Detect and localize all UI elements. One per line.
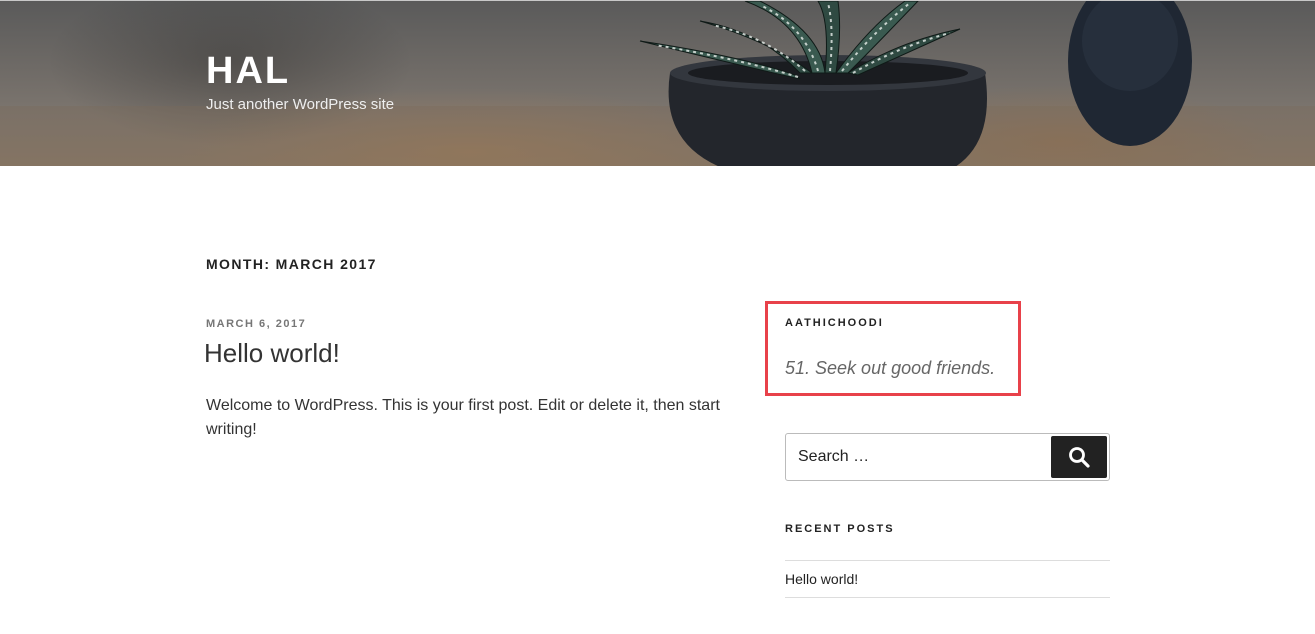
aathichoodi-widget-title: Aathichoodi	[785, 317, 884, 329]
recent-posts-widget-title: Recent Posts	[785, 523, 895, 535]
search-button[interactable]	[1051, 436, 1107, 478]
search-form	[785, 433, 1110, 481]
header-plant-image	[0, 1, 1315, 166]
archive-page-title: Month: March 2017	[206, 256, 377, 272]
post-title-link[interactable]: Hello world!	[204, 336, 340, 370]
search-icon	[1069, 447, 1090, 468]
post-content: Welcome to WordPress. This is your first…	[206, 397, 720, 438]
site-branding: HAL Just another WordPress site	[206, 49, 394, 115]
site-title[interactable]: HAL	[206, 49, 394, 93]
aathichoodi-highlight-box	[765, 301, 1021, 396]
recent-post-link[interactable]: Hello world!	[785, 561, 1110, 598]
search-input[interactable]	[786, 434, 1048, 480]
aathichoodi-quote: 51. Seek out good friends.	[785, 358, 996, 378]
recent-posts-list: Hello world!	[785, 560, 1110, 598]
site-description: Just another WordPress site	[206, 96, 395, 113]
site-header: HAL Just another WordPress site	[0, 0, 1315, 166]
post-date-link[interactable]: March 6, 2017	[206, 318, 306, 330]
